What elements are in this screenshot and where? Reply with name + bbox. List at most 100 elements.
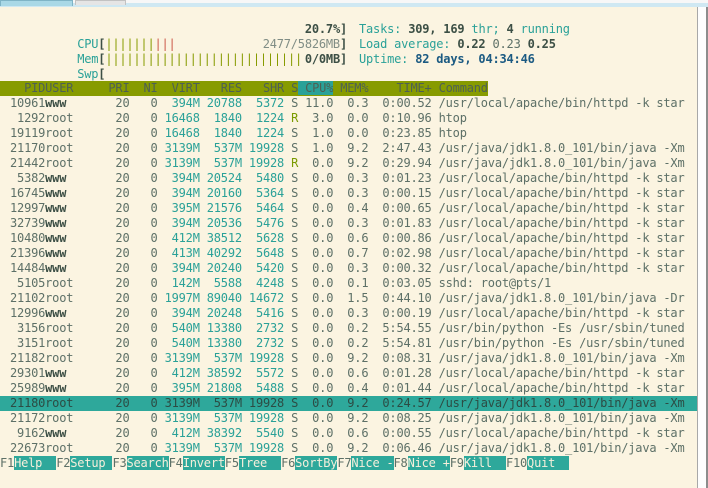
fn-button-quit[interactable]: Quit [527, 456, 569, 470]
cell-user: www [45, 216, 108, 230]
process-row[interactable]: 16745www 20 0 394M 20160 5364 S 0.0 0.3 … [0, 186, 697, 201]
fn-button-sortby[interactable]: SortBy [295, 456, 337, 470]
column-header-mempct[interactable]: MEM% [333, 81, 368, 95]
function-key-bar: F1Help F2Setup F3SearchF4InvertF5Tree F6… [0, 456, 697, 471]
fn-button-tree[interactable]: Tree [239, 456, 281, 470]
column-header-ni[interactable]: NI [129, 81, 157, 95]
process-row[interactable]: 32739www 20 0 394M 20536 5476 S 0.0 0.3 … [0, 216, 697, 231]
fn-button-invert[interactable]: Invert [183, 456, 225, 470]
mem-meter-value-group: 2477/5826MB] [263, 37, 347, 52]
swp-meter-label: Swp [77, 67, 98, 81]
cell-user: root [45, 321, 108, 335]
cell-res: 20160 [200, 186, 242, 200]
fn-button-search[interactable]: Search [127, 456, 169, 470]
process-row[interactable]: 21442root 20 0 3139M 537M 19928 R 0.0 9.… [0, 156, 697, 171]
cell-s: S [284, 96, 298, 110]
process-row[interactable]: 12996www 20 0 394M 20248 5416 S 0.0 0.3 … [0, 306, 697, 321]
process-row[interactable]: 21102root 20 0 1997M 89040 14672 S 0.0 1… [0, 291, 697, 306]
load-5min: 0.23 [485, 37, 520, 51]
process-row[interactable]: 21396www 20 0 413M 40292 5648 S 0.0 0.7 … [0, 246, 697, 261]
column-header-cpupct[interactable]: CPU% [298, 81, 333, 95]
column-header-res[interactable]: RES [200, 81, 242, 95]
cell-timeplus: 0:00.32 [368, 261, 431, 275]
cell-pid: 9162 [3, 426, 45, 440]
cell-res: 20248 [200, 306, 242, 320]
uptime-label: Uptime: [359, 52, 415, 66]
cell-ni: 0 [129, 186, 157, 200]
cell-pri: 20 [108, 276, 129, 290]
process-row[interactable]: 10480www 20 0 412M 38512 5628 S 0.0 0.6 … [0, 231, 697, 246]
cell-pid: 19119 [3, 126, 45, 140]
vertical-scrollbar[interactable] [697, 7, 708, 488]
process-row[interactable]: 9162www 20 0 412M 38392 5540 S 0.0 0.6 0… [0, 426, 697, 441]
cell-s: S [284, 366, 298, 380]
terminal-tab-inactive[interactable] [75, 0, 126, 5]
cell-mempct: 0.1 [333, 276, 368, 290]
column-header-user[interactable]: USER [45, 81, 108, 95]
cell-cpupct: 0.0 [298, 411, 333, 425]
cell-user: root [45, 126, 108, 140]
cell-pid: 21170 [3, 141, 45, 155]
cell-shr: 19928 [242, 396, 284, 410]
cell-shr: 5572 [242, 366, 284, 380]
process-row[interactable]: 21172root 20 0 3139M 537M 19928 S 0.0 9.… [0, 411, 697, 426]
process-row[interactable]: 5105root 20 0 142M 5588 4248 S 0.0 0.1 0… [0, 276, 697, 291]
column-header-command[interactable]: Command [432, 81, 488, 95]
fn-button-nice[interactable]: Nice - [351, 456, 393, 470]
process-row[interactable]: 29301www 20 0 412M 38592 5572 S 0.0 0.6 … [0, 366, 697, 381]
process-row[interactable]: 3151root 20 0 540M 13380 2732 S 0.0 0.2 … [0, 336, 697, 351]
cell-command: /usr/bin/python -Es /usr/sbin/tuned [432, 336, 685, 350]
fn-key-f9: F9 [450, 456, 464, 470]
process-row[interactable]: 3156root 20 0 540M 13380 2732 S 0.0 0.2 … [0, 321, 697, 336]
process-row[interactable]: 22673root 20 0 3139M 537M 19928 S 0.0 9.… [0, 441, 697, 456]
cell-timeplus: 0:01.28 [368, 366, 431, 380]
load-15min: 0.25 [521, 37, 556, 51]
cell-timeplus: 0:24.57 [368, 396, 431, 410]
cell-ni: 0 [129, 441, 157, 455]
cell-res: 20788 [200, 96, 242, 110]
cell-shr: 19928 [242, 411, 284, 425]
column-header-pid[interactable]: PID [3, 81, 45, 95]
cell-user: root [45, 441, 108, 455]
column-header-timeplus[interactable]: TIME+ [368, 81, 431, 95]
fn-button-help[interactable]: Help [14, 456, 56, 470]
cell-ni: 0 [129, 306, 157, 320]
process-row[interactable]: 1292root 20 0 16468 1840 1224 R 3.0 0.0 … [0, 111, 697, 126]
column-header-virt[interactable]: VIRT [158, 81, 200, 95]
cell-pri: 20 [108, 261, 129, 275]
cell-pri: 20 [108, 126, 129, 140]
process-table-header: PIDUSER PRI NI VIRT RES SHR S CPU% MEM% … [0, 81, 488, 96]
column-header-s[interactable]: S [284, 81, 298, 95]
process-row[interactable]: 19119root 20 0 16468 1840 1224 S 1.0 0.0… [0, 126, 697, 141]
process-row[interactable]: 21170root 20 0 3139M 537M 19928 S 1.0 9.… [0, 141, 697, 156]
cell-res: 20240 [200, 261, 242, 275]
cell-mempct: 0.3 [333, 96, 368, 110]
terminal-tab-active[interactable] [0, 0, 73, 6]
process-row[interactable]: 25989www 20 0 395M 21808 5488 S 0.0 0.4 … [0, 381, 697, 396]
process-row[interactable]: 14484www 20 0 394M 20240 5420 S 0.0 0.3 … [0, 261, 697, 276]
process-row[interactable]: 21180root 20 0 3139M 537M 19928 S 0.0 9.… [0, 396, 697, 411]
column-header-shr[interactable]: SHR [242, 81, 284, 95]
column-header-pri[interactable]: PRI [108, 81, 129, 95]
fn-button-nice[interactable]: Nice + [408, 456, 450, 470]
cell-cpupct: 0.0 [298, 321, 333, 335]
process-row[interactable]: 5382www 20 0 394M 20524 5480 S 0.0 0.3 0… [0, 171, 697, 186]
cell-timeplus: 2:47.43 [368, 141, 431, 155]
process-row[interactable]: 12997www 20 0 395M 21576 5464 S 0.0 0.4 … [0, 201, 697, 216]
cell-timeplus: 0:01.83 [368, 216, 431, 230]
cell-virt: 394M [158, 216, 200, 230]
cell-timeplus: 0:23.85 [368, 126, 431, 140]
cell-ni: 0 [129, 351, 157, 365]
cell-pri: 20 [108, 216, 129, 230]
process-row[interactable]: 21182root 20 0 3139M 537M 19928 S 0.0 9.… [0, 351, 697, 366]
cell-pri: 20 [108, 426, 129, 440]
cell-pri: 20 [108, 351, 129, 365]
process-row[interactable]: 10961www 20 0 394M 20788 5372 S 11.0 0.3… [0, 96, 697, 111]
fn-button-setup[interactable]: Setup [70, 456, 112, 470]
cell-cpupct: 0.0 [298, 156, 333, 170]
cell-cpupct: 0.0 [298, 216, 333, 230]
cell-mempct: 0.2 [333, 321, 368, 335]
fn-button-kill[interactable]: Kill [464, 456, 506, 470]
cell-pid: 21442 [3, 156, 45, 170]
cell-mempct: 0.0 [333, 126, 368, 140]
